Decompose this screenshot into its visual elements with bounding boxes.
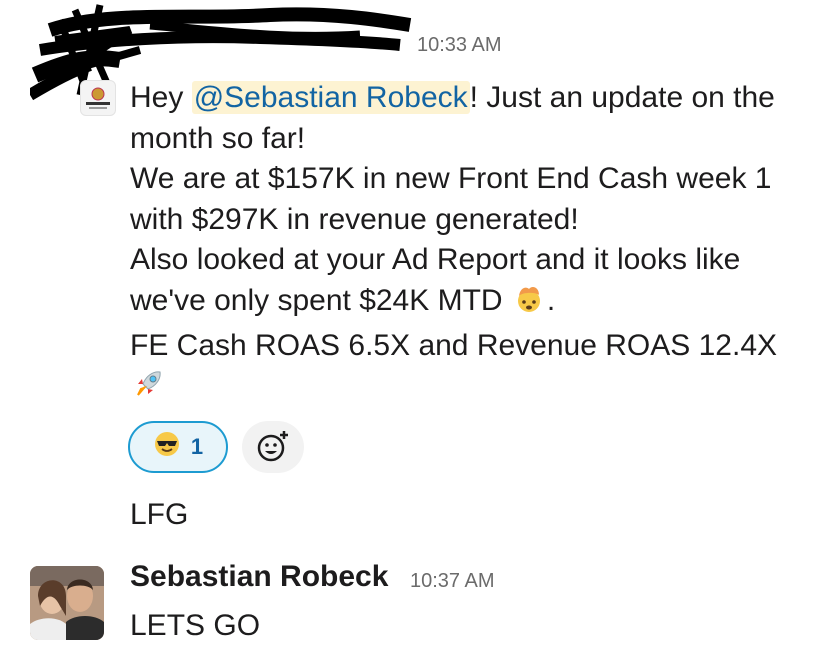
add-reaction-icon [257, 431, 288, 462]
message-body: Hey @Sebastian Robeck! Just an update on… [130, 78, 810, 411]
message-text: We are at $157K in new Front End Cash we… [130, 162, 772, 236]
message-timestamp[interactable]: 10:33 AM [417, 34, 502, 57]
logo-icon [86, 87, 110, 109]
reaction-count: 1 [190, 434, 204, 459]
add-reaction-button[interactable] [242, 421, 304, 473]
message-text: Also looked at your Ad Report and it loo… [130, 243, 741, 317]
reactions-bar: 1 [128, 421, 304, 473]
rocket-emoji-icon [133, 367, 165, 411]
sender-avatar[interactable] [80, 80, 116, 116]
message-timestamp[interactable]: 10:37 AM [410, 570, 495, 593]
sender-name[interactable]: Sebastian Robeck [130, 560, 388, 594]
message-text: FE Cash ROAS 6.5X and Revenue ROAS 12.4X [130, 328, 778, 362]
sunglasses-face-icon [153, 430, 181, 464]
reaction-pill[interactable]: 1 [128, 421, 228, 473]
message-text: . [546, 283, 556, 317]
message-text: LETS GO [130, 609, 261, 642]
message-text: LFG [130, 498, 189, 531]
message-text: Hey [130, 81, 192, 114]
user-avatar[interactable] [30, 566, 104, 640]
exploding-head-emoji-icon [514, 284, 544, 326]
user-mention[interactable]: @Sebastian Robeck [191, 81, 470, 114]
profile-photo-icon [30, 566, 104, 640]
